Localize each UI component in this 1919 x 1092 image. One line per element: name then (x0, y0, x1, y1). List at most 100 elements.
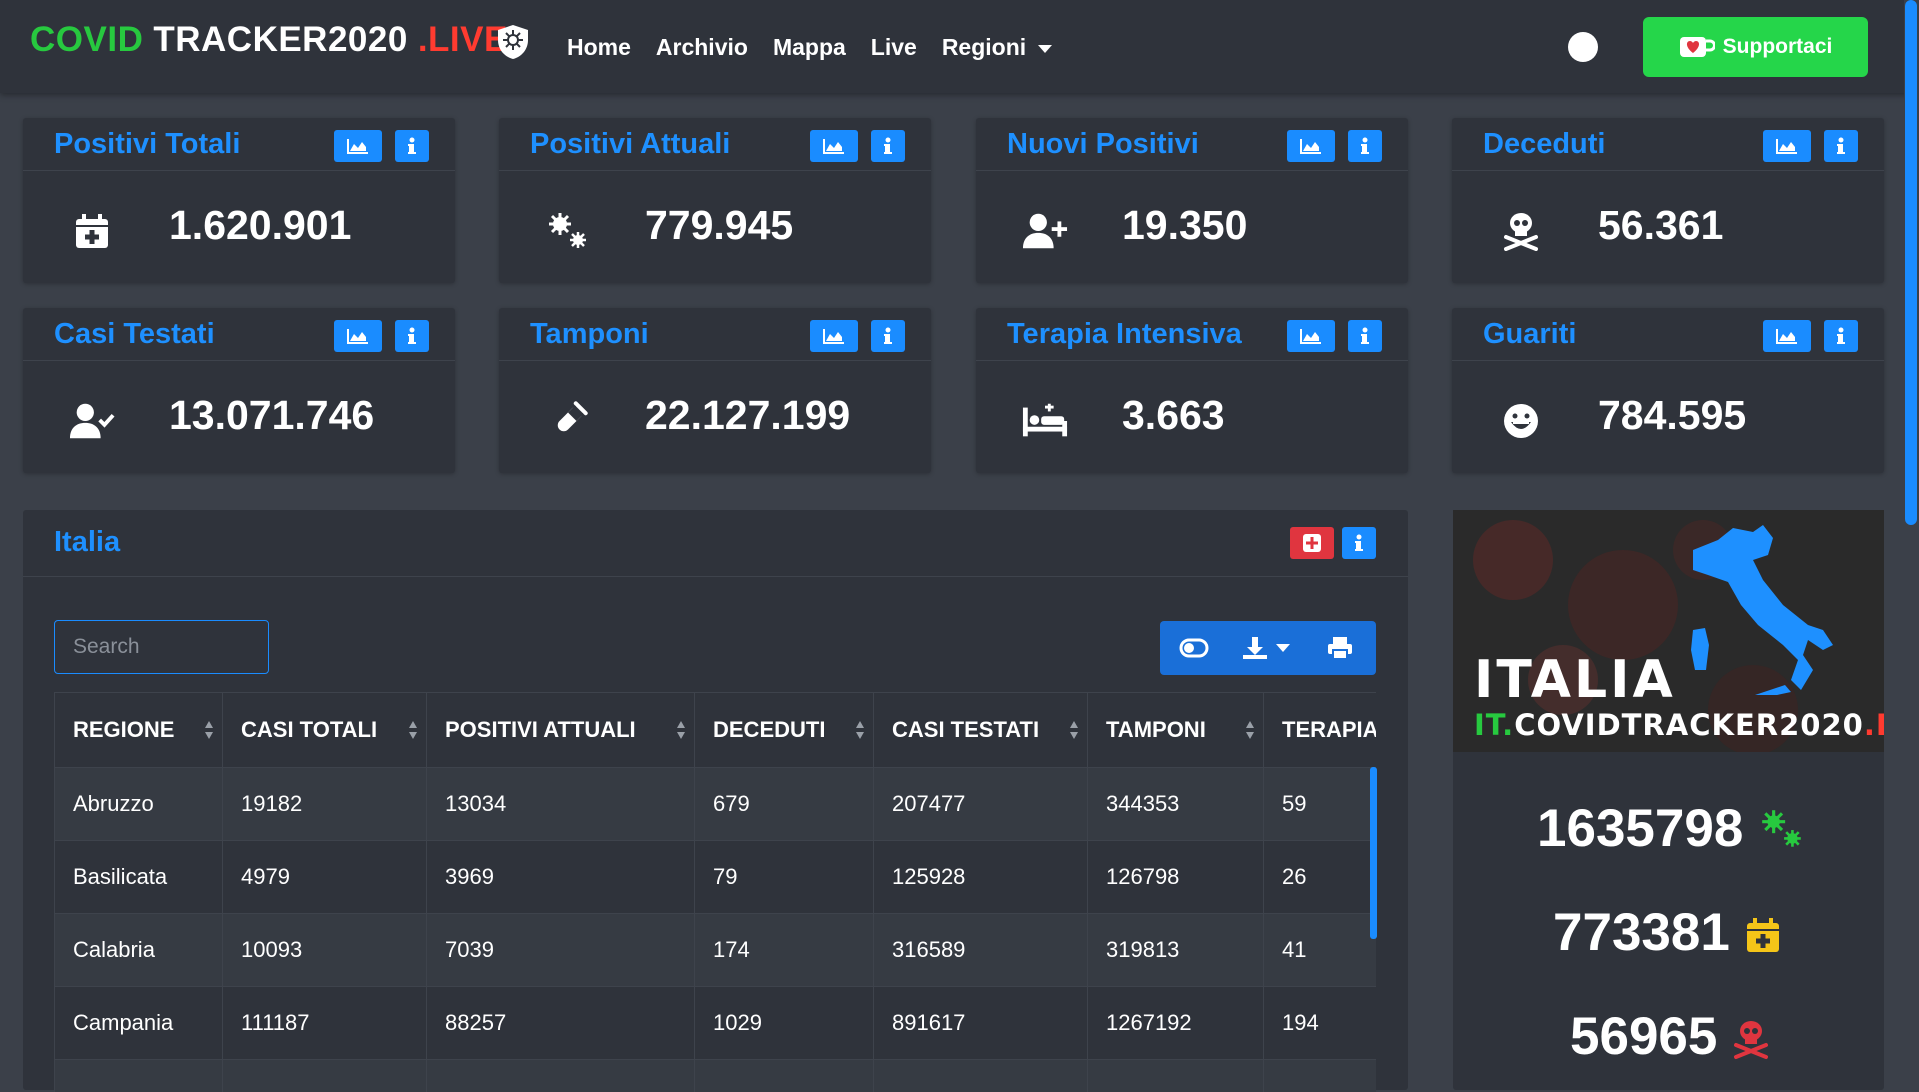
area-chart-icon (347, 328, 369, 344)
chart-button[interactable] (1287, 320, 1335, 352)
col-header-positivi-attuali[interactable]: POSITIVI ATTUALI (427, 693, 695, 768)
summary-stat-deaths: 56965 (1570, 1006, 1770, 1067)
card-value: 22.127.199 (645, 392, 850, 439)
page-scrollbar-thumb[interactable] (1905, 0, 1917, 525)
info-button[interactable] (1348, 130, 1382, 162)
cell-tamponi: 126798 (1088, 841, 1264, 914)
area-chart-icon (347, 138, 369, 154)
card-positivi-totali: Positivi Totali 1.620.901 (23, 118, 455, 283)
print-button[interactable] (1304, 621, 1376, 675)
italia-header: Italia (23, 510, 1408, 577)
chart-button[interactable] (1763, 130, 1811, 162)
card-header: Guariti (1452, 308, 1884, 361)
card-title: Positivi Attuali (530, 128, 730, 161)
info-button[interactable] (395, 320, 429, 352)
info-button[interactable] (1824, 320, 1858, 352)
map-site-part-live: .LIVE (1864, 708, 1884, 742)
table-scrollbar[interactable] (1370, 767, 1377, 939)
chart-button[interactable] (334, 320, 382, 352)
hospital-bed-icon (1022, 398, 1068, 444)
nav-archive[interactable]: Archivio (656, 34, 748, 61)
top-navbar: COVIDTRACKER2020.LIVE Home Archivio Mapp… (0, 0, 1919, 93)
chart-button[interactable] (810, 320, 858, 352)
chart-button[interactable] (1287, 130, 1335, 162)
info-button[interactable] (395, 130, 429, 162)
map-site-name: IT.COVIDTRACKER2020.LIVE (1474, 708, 1884, 742)
italia-panel: Italia REGIONE CASI TOTALI POSITIVI ATTU… (23, 510, 1408, 1090)
col-header-label: REGIONE (73, 717, 174, 742)
skull-crossbones-icon (1732, 1018, 1770, 1060)
card-nuovi-positivi: Nuovi Positivi 19.350 (976, 118, 1408, 283)
cell-deceduti: 679 (695, 768, 874, 841)
cell-positivi-attuali: 3969 (427, 841, 695, 914)
grin-icon (1498, 398, 1544, 444)
area-chart-icon (1300, 328, 1322, 344)
area-chart-icon (1776, 328, 1798, 344)
table-row[interactable]: Campania 111187 88257 1029 891617 126719… (55, 987, 1377, 1060)
card-deceduti: Deceduti 56.361 (1452, 118, 1884, 283)
cell-terapia: 194 (1264, 987, 1377, 1060)
info-button[interactable] (871, 320, 905, 352)
download-icon (1242, 636, 1268, 660)
info-button[interactable] (1342, 527, 1376, 559)
col-header-tamponi[interactable]: TAMPONI (1088, 693, 1264, 768)
nav-regions-dropdown[interactable]: Regioni (942, 34, 1052, 61)
col-header-regione[interactable]: REGIONE (55, 693, 223, 768)
italy-summary-panel: ITALIA IT.COVIDTRACKER2020.LIVE 1635798 … (1453, 510, 1884, 1090)
summary-stat-current: 773381 (1553, 902, 1781, 963)
chart-button[interactable] (334, 130, 382, 162)
cell-region: Calabria (55, 914, 223, 987)
brand-logo[interactable]: COVIDTRACKER2020.LIVE (30, 20, 508, 60)
theme-toggle[interactable] (1568, 32, 1598, 62)
summary-stat-value: 1635798 (1537, 799, 1743, 858)
info-icon (1836, 327, 1846, 345)
viruses-icon (1758, 808, 1806, 850)
col-header-label: CASI TOTALI (241, 717, 377, 742)
info-button[interactable] (1824, 130, 1858, 162)
col-header-terapia[interactable]: TERAPIA (1264, 693, 1377, 768)
card-header: Terapia Intensiva (976, 308, 1408, 361)
col-header-label: TERAPIA (1282, 717, 1376, 742)
cell-casi-testati: 125928 (874, 841, 1088, 914)
table-row[interactable]: Calabria 10093 7039 174 316589 319813 41 (55, 914, 1377, 987)
cell-positivi-attuali: 7039 (427, 914, 695, 987)
print-icon (1327, 636, 1353, 660)
info-icon (883, 327, 893, 345)
info-icon (1354, 534, 1364, 552)
table-header-row: REGIONE CASI TOTALI POSITIVI ATTUALI DEC… (55, 693, 1377, 768)
col-header-casi-testati[interactable]: CASI TESTATI (874, 693, 1088, 768)
main-nav: Home Archivio Mappa Live Regioni (567, 34, 1077, 61)
cell-deceduti: 174 (695, 914, 874, 987)
table-toolbar (1160, 621, 1376, 675)
table-row[interactable]: Basilicata 4979 3969 79 125928 126798 26 (55, 841, 1377, 914)
table-row[interactable] (55, 1060, 1377, 1092)
cell-casi-testati: 316589 (874, 914, 1088, 987)
support-button[interactable]: Supportaci (1643, 17, 1868, 77)
col-header-casi-totali[interactable]: CASI TOTALI (223, 693, 427, 768)
cell-tamponi: 1267192 (1088, 987, 1264, 1060)
toggle-columns-button[interactable] (1160, 621, 1228, 675)
card-title: Tamponi (530, 318, 649, 351)
chart-button[interactable] (1763, 320, 1811, 352)
col-header-label: POSITIVI ATTUALI (445, 717, 636, 742)
cell-casi-totali: 19182 (223, 768, 427, 841)
nav-live[interactable]: Live (871, 34, 917, 61)
nav-map[interactable]: Mappa (773, 34, 846, 61)
chart-button[interactable] (810, 130, 858, 162)
card-header: Positivi Attuali (499, 118, 931, 171)
info-button[interactable] (871, 130, 905, 162)
toggle-icon (1179, 638, 1209, 658)
card-header: Positivi Totali (23, 118, 455, 171)
search-input[interactable] (54, 620, 269, 674)
card-value: 3.663 (1122, 392, 1225, 439)
sort-icon (676, 720, 686, 740)
info-button[interactable] (1348, 320, 1382, 352)
calendar-plus-icon (1745, 914, 1781, 956)
col-header-label: DECEDUTI (713, 717, 825, 742)
download-dropdown-button[interactable] (1228, 621, 1304, 675)
col-header-deceduti[interactable]: DECEDUTI (695, 693, 874, 768)
nav-home[interactable]: Home (567, 34, 631, 61)
cell-region: Abruzzo (55, 768, 223, 841)
expand-button[interactable] (1290, 527, 1334, 559)
table-row[interactable]: Abruzzo 19182 13034 679 207477 344353 59 (55, 768, 1377, 841)
